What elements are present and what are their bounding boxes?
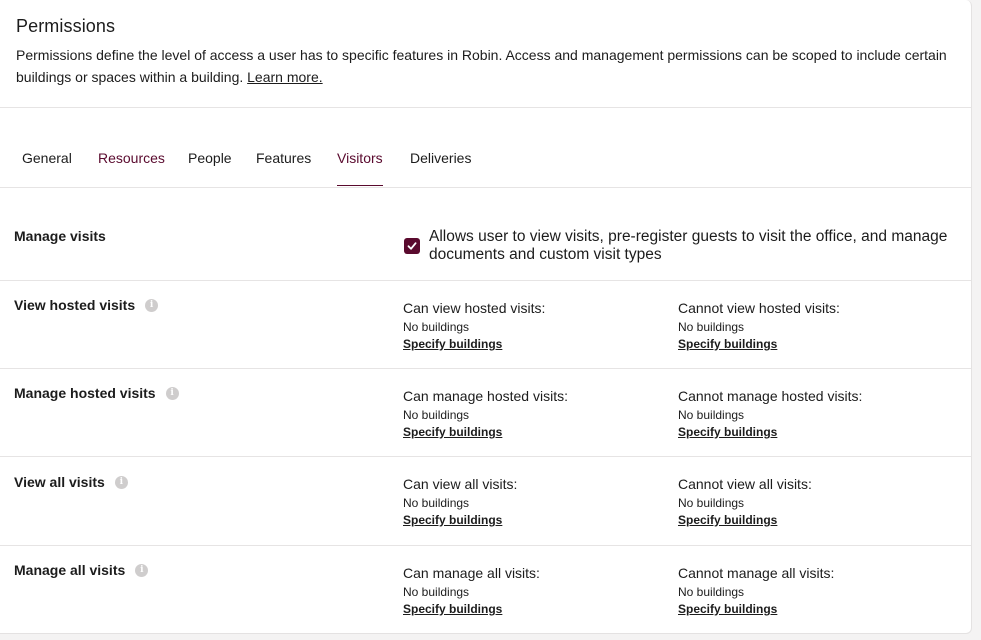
specify-buildings-link[interactable]: Specify buildings	[678, 513, 812, 527]
info-icon[interactable]: i	[114, 475, 128, 489]
tab-features[interactable]: Features	[256, 150, 311, 185]
permission-label-text: View hosted visits	[14, 297, 136, 313]
permission-label-text: View all visits	[14, 474, 105, 490]
permission-label: Manage all visits i	[14, 562, 149, 578]
cannot-column: Cannot view all visits: No buildings Spe…	[678, 476, 812, 527]
permission-label: View hosted visits i	[14, 297, 159, 313]
permission-label-text: Manage hosted visits	[14, 385, 156, 401]
permission-row: View hosted visits i Can view hosted visi…	[0, 281, 971, 369]
manage-visits-checkbox[interactable]	[404, 238, 420, 254]
tab-bar: General Resources People Features Visito…	[0, 108, 971, 188]
permission-row: View all visits i Can view all visits: No…	[0, 457, 971, 546]
cannot-title: Cannot view hosted visits:	[678, 300, 840, 316]
cannot-title: Cannot manage hosted visits:	[678, 388, 863, 404]
specify-buildings-link[interactable]: Specify buildings	[403, 425, 568, 439]
cannot-column: Cannot manage all visits: No buildings S…	[678, 565, 834, 616]
cannot-column: Cannot view hosted visits: No buildings …	[678, 300, 840, 351]
specify-buildings-link[interactable]: Specify buildings	[403, 513, 517, 527]
can-title: Can view hosted visits:	[403, 300, 546, 316]
info-icon[interactable]: i	[145, 298, 159, 312]
page-description: Permissions define the level of access a…	[16, 44, 956, 88]
permission-row: Manage all visits i Can manage all visits…	[0, 546, 971, 634]
manage-visits-label: Manage visits	[14, 228, 106, 244]
info-icon[interactable]: i	[165, 386, 179, 400]
specify-buildings-link[interactable]: Specify buildings	[403, 602, 540, 616]
can-column: Can view all visits: No buildings Specif…	[403, 476, 517, 527]
page-title: Permissions	[16, 16, 116, 36]
cannot-value: No buildings	[678, 496, 745, 510]
tab-general[interactable]: General	[22, 150, 72, 185]
permissions-header: Permissions Permissions define the level…	[0, 0, 971, 108]
cannot-column: Cannot manage hosted visits: No building…	[678, 388, 862, 439]
can-value: No buildings	[403, 408, 470, 422]
permission-row: Manage hosted visits i Can manage hosted …	[0, 369, 971, 457]
tab-people[interactable]: People	[188, 150, 232, 185]
permission-label: Manage hosted visits i	[14, 385, 179, 401]
cannot-value: No buildings	[678, 320, 745, 334]
can-value: No buildings	[403, 320, 470, 334]
tab-visitors[interactable]: Visitors	[337, 150, 383, 186]
tab-deliveries[interactable]: Deliveries	[410, 150, 471, 185]
can-title: Can view all visits:	[403, 476, 518, 492]
permission-label-text: Manage all visits	[14, 562, 126, 578]
specify-buildings-link[interactable]: Specify buildings	[403, 337, 545, 351]
can-column: Can view hosted visits: No buildings Spe…	[403, 300, 545, 351]
info-icon[interactable]: i	[135, 563, 149, 577]
checkmark-icon	[407, 242, 417, 250]
specify-buildings-link[interactable]: Specify buildings	[678, 602, 834, 616]
tab-resources[interactable]: Resources	[98, 150, 165, 185]
learn-more-link[interactable]: Learn more.	[247, 69, 322, 85]
specify-buildings-link[interactable]: Specify buildings	[678, 425, 862, 439]
permission-label: View all visits i	[14, 474, 128, 490]
can-column: Can manage all visits: No buildings Spec…	[403, 565, 540, 616]
can-title: Can manage all visits:	[403, 565, 540, 581]
can-title: Can manage hosted visits:	[403, 388, 568, 404]
can-column: Can manage hosted visits: No buildings S…	[403, 388, 568, 439]
manage-visits-row: Manage visits Allows user to view visits…	[0, 188, 971, 281]
permissions-card: Permissions Permissions define the level…	[0, 0, 972, 634]
cannot-title: Cannot view all visits:	[678, 476, 812, 492]
specify-buildings-link[interactable]: Specify buildings	[678, 337, 840, 351]
cannot-title: Cannot manage all visits:	[678, 565, 835, 581]
can-value: No buildings	[403, 496, 470, 510]
cannot-value: No buildings	[678, 408, 745, 422]
can-value: No buildings	[403, 585, 470, 599]
description-text: Permissions define the level of access a…	[16, 47, 947, 85]
manage-visits-description: Allows user to view visits, pre-register…	[429, 228, 948, 263]
cannot-value: No buildings	[678, 585, 745, 599]
